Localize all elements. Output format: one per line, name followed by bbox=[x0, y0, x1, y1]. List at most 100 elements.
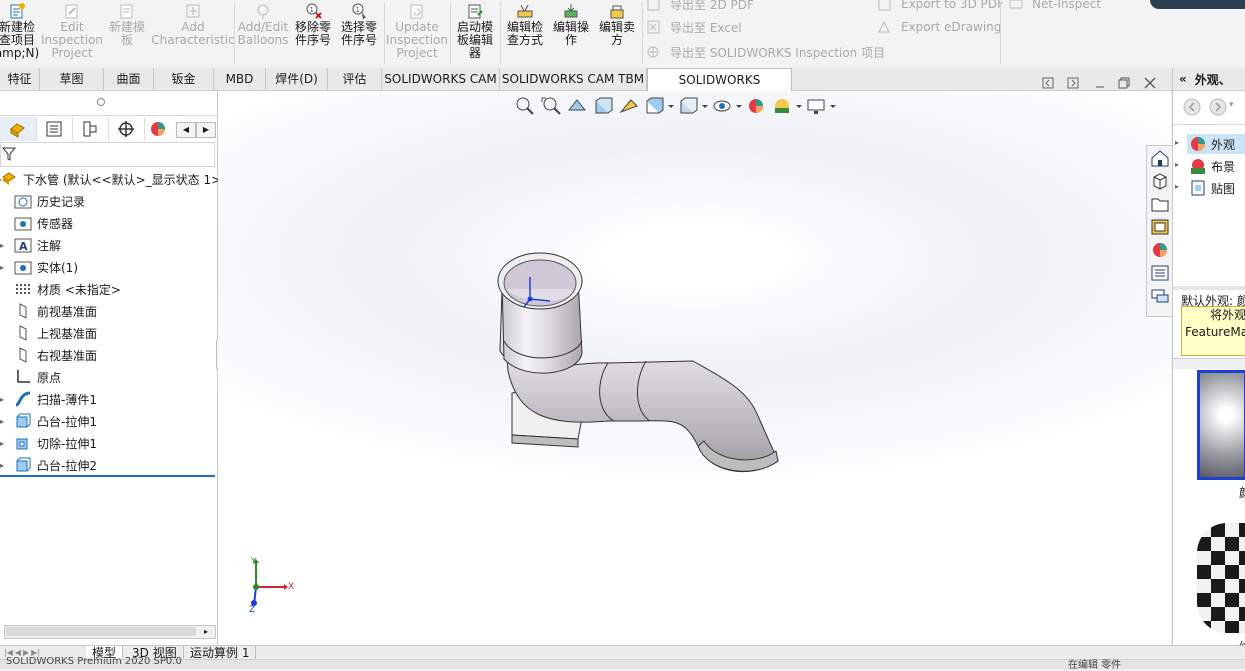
view-palette-icon[interactable] bbox=[1150, 218, 1170, 236]
forward-arrow-icon[interactable] bbox=[1209, 98, 1227, 116]
edit-vendor-button[interactable]: 编辑卖 方 bbox=[596, 0, 638, 66]
expander-icon: ▸ bbox=[1175, 182, 1180, 191]
dynamic-annotation-icon[interactable] bbox=[618, 96, 640, 116]
tree-item-boss-extrude2[interactable]: ▸ 凸台-拉伸2 bbox=[0, 454, 97, 476]
tree-item-scenes[interactable]: ▸ 布景 bbox=[1175, 156, 1245, 176]
back-arrow-icon[interactable] bbox=[1183, 98, 1201, 116]
ribbon-separator bbox=[450, 2, 451, 64]
tab-scroll-left-button[interactable]: ◀ bbox=[176, 122, 196, 138]
section-view-icon[interactable] bbox=[592, 96, 614, 116]
tree-item-top-plane[interactable]: 上视基准面 bbox=[14, 322, 97, 344]
tab-scroll-right-button[interactable]: ▶ bbox=[196, 122, 216, 138]
cut-extrude-icon bbox=[14, 434, 32, 452]
launch-template-editor-button[interactable]: 启动模 板编辑 器 bbox=[454, 0, 496, 66]
add-characteristic-button[interactable]: Add Characteristic bbox=[151, 0, 235, 66]
horizontal-scrollbar[interactable]: ▸ bbox=[4, 625, 216, 639]
tab-sw-inspection[interactable]: SOLIDWORKS Inspection bbox=[647, 68, 792, 109]
tree-item-origin[interactable]: 原点 bbox=[14, 366, 61, 388]
update-inspection-project-button[interactable]: Update Inspection Project bbox=[386, 0, 448, 66]
export-2d-pdf-button[interactable]: 导出至 2D PDF bbox=[646, 0, 754, 13]
pane-splitter[interactable] bbox=[1173, 286, 1245, 290]
nav-dropdown-icon[interactable]: ▾ bbox=[1229, 100, 1234, 110]
appearance-thumbnail-selected[interactable] bbox=[1197, 370, 1245, 480]
export-3d-pdf-button[interactable]: Export to 3D PDF bbox=[877, 0, 1004, 13]
appearances-scenes-icon[interactable] bbox=[1150, 241, 1170, 259]
scrollbar-thumb[interactable] bbox=[6, 627, 196, 636]
tree-item-sensors[interactable]: 传感器 bbox=[14, 212, 73, 234]
zoom-to-fit-icon[interactable] bbox=[514, 96, 536, 116]
export-sw-inspection-button[interactable]: 导出至 SOLIDWORKS Inspection 项目 bbox=[646, 43, 885, 61]
display-style-icon[interactable] bbox=[678, 96, 708, 116]
appearance-thumbnail-checker[interactable] bbox=[1197, 523, 1245, 633]
tree-item-history[interactable]: 历史记录 bbox=[14, 190, 85, 212]
minimize-icon[interactable] bbox=[1094, 78, 1106, 90]
part-model-drain-pipe[interactable] bbox=[478, 241, 798, 481]
net-inspect-button[interactable]: Net-Inspect bbox=[1008, 0, 1101, 13]
divider bbox=[0, 115, 217, 116]
tab-property-manager[interactable] bbox=[36, 117, 73, 141]
close-icon[interactable] bbox=[1144, 77, 1156, 89]
tree-item-sweep-thin[interactable]: ▸ 扫描-薄件1 bbox=[0, 388, 97, 410]
tree-filter-box[interactable] bbox=[0, 142, 215, 167]
tab-sw-cam-tbm[interactable]: SOLIDWORKS CAM TBM bbox=[500, 68, 647, 90]
tab-sw-cam[interactable]: SOLIDWORKS CAM bbox=[382, 68, 500, 90]
feature-manager-panel: ◀ ▶ ▸ 下水管 (默认<<默认>_显示状态 1>) 历史记录 传感器 ▸ A… bbox=[0, 91, 226, 645]
tab-weldments[interactable]: 焊件(D) bbox=[266, 68, 328, 90]
tree-item-solid-bodies[interactable]: ▸ 实体(1) bbox=[0, 256, 78, 278]
tab-mbd[interactable]: MBD bbox=[214, 68, 266, 90]
export-excel-button[interactable]: 导出至 Excel bbox=[646, 18, 742, 36]
edit-inspection-project-button[interactable]: Edit Inspection Project bbox=[41, 0, 103, 66]
tree-item-appearances[interactable]: ▸ 外观 bbox=[1175, 134, 1245, 154]
tab-dimxpert-manager[interactable] bbox=[108, 117, 145, 141]
view-orientation-icon[interactable] bbox=[644, 96, 674, 116]
rollback-bar[interactable] bbox=[0, 475, 215, 477]
tree-item-boss-extrude1[interactable]: ▸ 凸台-拉伸1 bbox=[0, 410, 97, 432]
dock-left-icon[interactable] bbox=[1042, 77, 1054, 89]
hide-show-items-icon[interactable] bbox=[712, 96, 742, 116]
dock-right-icon[interactable] bbox=[1067, 77, 1079, 89]
add-edit-balloons-button[interactable]: Add/Edit Balloons bbox=[238, 0, 288, 66]
tree-item-decals[interactable]: ▸ 贴图 bbox=[1175, 178, 1245, 198]
view-settings-icon[interactable] bbox=[806, 96, 836, 116]
panel-grip[interactable] bbox=[97, 98, 105, 106]
edrawing-icon bbox=[878, 20, 890, 33]
tab-sheet-metal[interactable]: 钣金 bbox=[154, 68, 214, 90]
vendor-icon bbox=[610, 5, 624, 19]
custom-properties-icon[interactable] bbox=[1150, 264, 1170, 282]
restore-icon[interactable] bbox=[1118, 77, 1130, 89]
edit-check-method-button[interactable]: 编辑检 查方式 bbox=[504, 0, 546, 66]
edit-operation-button[interactable]: 编辑操 作 bbox=[550, 0, 592, 66]
new-check-project-button[interactable]: 新建检 查项目 amp;N) bbox=[0, 0, 39, 66]
graphics-area[interactable]: Y X Z bbox=[218, 77, 1171, 645]
tab-surface[interactable]: 曲面 bbox=[104, 68, 154, 90]
scroll-right-arrow[interactable]: ▸ bbox=[204, 626, 208, 638]
select-part-number-button[interactable]: 1 选择零 件序号 bbox=[338, 0, 380, 66]
svg-text:1: 1 bbox=[356, 6, 360, 14]
tree-item-front-plane[interactable]: 前视基准面 bbox=[14, 300, 97, 322]
apply-scene-icon[interactable] bbox=[772, 96, 802, 116]
forum-icon[interactable] bbox=[1150, 287, 1170, 305]
tab-motion-study[interactable]: 运动算例 1 bbox=[184, 646, 257, 660]
zoom-to-area-icon[interactable] bbox=[540, 96, 562, 116]
export-edrawing-button[interactable]: Export eDrawing bbox=[877, 18, 1001, 36]
tree-item-cut-extrude1[interactable]: ▸ 切除-拉伸1 bbox=[0, 432, 97, 454]
new-template-button[interactable]: 新建模 板 bbox=[106, 0, 148, 66]
collapse-chevron-icon[interactable]: « bbox=[1179, 72, 1187, 86]
previous-view-icon[interactable] bbox=[566, 96, 588, 116]
tab-evaluate[interactable]: 评估 bbox=[328, 68, 382, 90]
tree-item-material[interactable]: 材质 <未指定> bbox=[14, 278, 121, 300]
edit-appearance-icon[interactable] bbox=[746, 96, 768, 116]
tree-item-annotations[interactable]: ▸ A 注解 bbox=[0, 234, 61, 256]
remove-part-number-button[interactable]: 1 移除零 件序号 bbox=[292, 0, 334, 66]
tab-sketch[interactable]: 草图 bbox=[40, 68, 104, 90]
file-explorer-icon[interactable] bbox=[1150, 195, 1170, 213]
home-icon[interactable] bbox=[1150, 149, 1170, 167]
pane-splitter[interactable] bbox=[1173, 358, 1245, 369]
tab-display-manager[interactable] bbox=[144, 117, 172, 141]
tree-root-part[interactable]: ▸ 下水管 (默认<<默认>_显示状态 1>) bbox=[0, 168, 226, 190]
tree-item-right-plane[interactable]: 右视基准面 bbox=[14, 344, 97, 366]
design-library-icon[interactable] bbox=[1150, 172, 1170, 190]
tab-features[interactable]: 特征 bbox=[0, 68, 40, 90]
tab-feature-manager[interactable] bbox=[0, 117, 37, 141]
tab-configuration-manager[interactable] bbox=[72, 117, 109, 141]
